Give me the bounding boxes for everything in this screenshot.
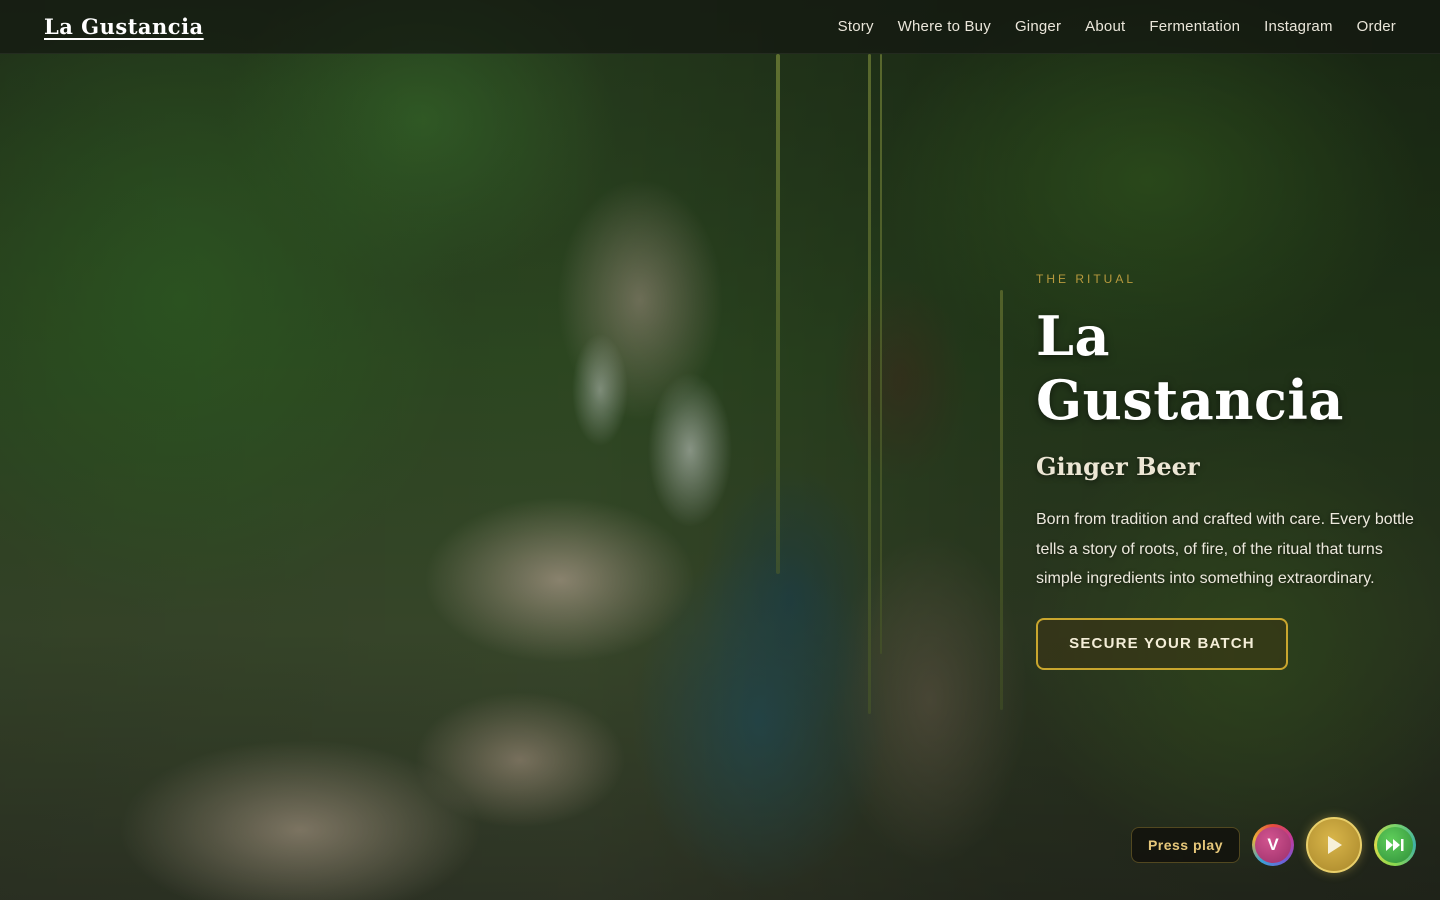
brand-logo[interactable]: La Gustancia (44, 14, 204, 39)
v-badge-icon: V (1255, 827, 1291, 863)
v-badge-button[interactable]: V (1252, 824, 1294, 866)
hero-section: THE RITUAL La Gustancia Ginger Beer Born… (1036, 272, 1421, 670)
nav-link-ginger[interactable]: Ginger (1015, 18, 1061, 35)
press-play-label: Press play (1130, 827, 1240, 863)
nav-link-instagram[interactable]: Instagram (1264, 18, 1333, 35)
skip-forward-icon (1386, 839, 1404, 851)
hero-title: La Gustancia (1036, 304, 1344, 432)
secure-batch-button[interactable]: SECURE YOUR BATCH (1036, 617, 1288, 670)
play-button[interactable] (1306, 817, 1362, 873)
nav-links: Story Where to Buy Ginger About Fermenta… (838, 18, 1396, 35)
play-icon (1328, 836, 1342, 854)
hero-eyebrow: THE RITUAL (1036, 272, 1137, 286)
nav-link-fermentation[interactable]: Fermentation (1149, 18, 1240, 35)
nav-link-order[interactable]: Order (1357, 18, 1396, 35)
nav-link-where-to-buy[interactable]: Where to Buy (898, 18, 991, 35)
hero-description: Born from tradition and crafted with car… (1036, 511, 1414, 587)
nav-link-story[interactable]: Story (838, 18, 874, 35)
hero-subtitle: Ginger Beer (1036, 452, 1200, 481)
skip-forward-button[interactable] (1374, 824, 1416, 866)
top-navbar: La Gustancia Story Where to Buy Ginger A… (0, 0, 1440, 54)
nav-link-about[interactable]: About (1085, 18, 1125, 35)
page: La Gustancia Story Where to Buy Ginger A… (0, 0, 1440, 900)
skip-inner (1377, 827, 1413, 863)
media-controls: Press play V (1130, 817, 1416, 873)
